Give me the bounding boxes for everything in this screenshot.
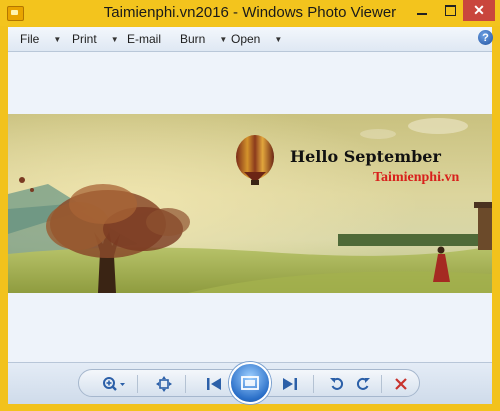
minimize-icon (417, 12, 427, 15)
menu-bar: File ▼ Print ▼ E-mail Burn ▼ Open ▼ ? (8, 27, 493, 52)
menu-file[interactable]: File ▼ (20, 32, 61, 46)
help-icon[interactable]: ? (478, 30, 493, 45)
photo-watermark: Taimienphi.vn (373, 170, 459, 185)
chevron-down-icon: ▼ (110, 34, 119, 44)
menu-print[interactable]: Print ▼ (72, 32, 119, 46)
zoom-button[interactable] (99, 370, 129, 398)
actual-size-icon (156, 376, 172, 392)
actual-size-button[interactable] (151, 370, 177, 398)
toolbar-separator (313, 375, 314, 393)
maximize-button[interactable] (436, 0, 464, 21)
close-button[interactable]: ✕ (463, 0, 495, 21)
minimize-button[interactable] (408, 0, 436, 21)
delete-icon (395, 378, 407, 390)
previous-button[interactable] (201, 370, 227, 398)
toolbar-separator (185, 375, 186, 393)
menu-burn[interactable]: Burn ▼ (180, 32, 227, 46)
next-icon (283, 378, 297, 390)
menu-email[interactable]: E-mail (127, 32, 161, 46)
menu-open[interactable]: Open ▼ (231, 32, 282, 46)
photo-headline: Hello September (290, 147, 441, 166)
rotate-right-button[interactable] (351, 370, 375, 398)
menu-open-label: Open (231, 32, 261, 46)
slideshow-button[interactable] (229, 362, 271, 404)
close-icon: ✕ (473, 2, 485, 18)
photo-viewer-window: Taimienphi.vn2016 - Windows Photo Viewer… (0, 0, 500, 411)
chevron-down-icon: ▼ (274, 34, 283, 44)
rotate-right-icon (356, 377, 370, 390)
previous-icon (207, 378, 221, 390)
toolbar-controls (78, 362, 420, 404)
bottom-toolbar (8, 362, 492, 404)
rotate-left-button[interactable] (325, 370, 349, 398)
zoom-icon (103, 377, 125, 391)
image-viewer-area: Hello September Taimienphi.vn (8, 52, 492, 362)
next-button[interactable] (277, 370, 303, 398)
menu-print-label: Print (72, 32, 97, 46)
rotate-left-icon (330, 377, 344, 390)
maximize-icon (444, 5, 456, 16)
displayed-photo: Hello September Taimienphi.vn (8, 114, 492, 293)
toolbar-separator (137, 375, 138, 393)
menu-file-label: File (20, 32, 40, 46)
chevron-down-icon: ▼ (53, 34, 62, 44)
toolbar-separator (381, 375, 382, 393)
menu-burn-label: Burn (180, 32, 206, 46)
menu-email-label: E-mail (127, 32, 162, 46)
title-bar[interactable]: Taimienphi.vn2016 - Windows Photo Viewer… (0, 0, 500, 26)
chevron-down-icon: ▼ (219, 34, 228, 44)
slideshow-icon (241, 376, 259, 390)
delete-button[interactable] (389, 370, 413, 398)
